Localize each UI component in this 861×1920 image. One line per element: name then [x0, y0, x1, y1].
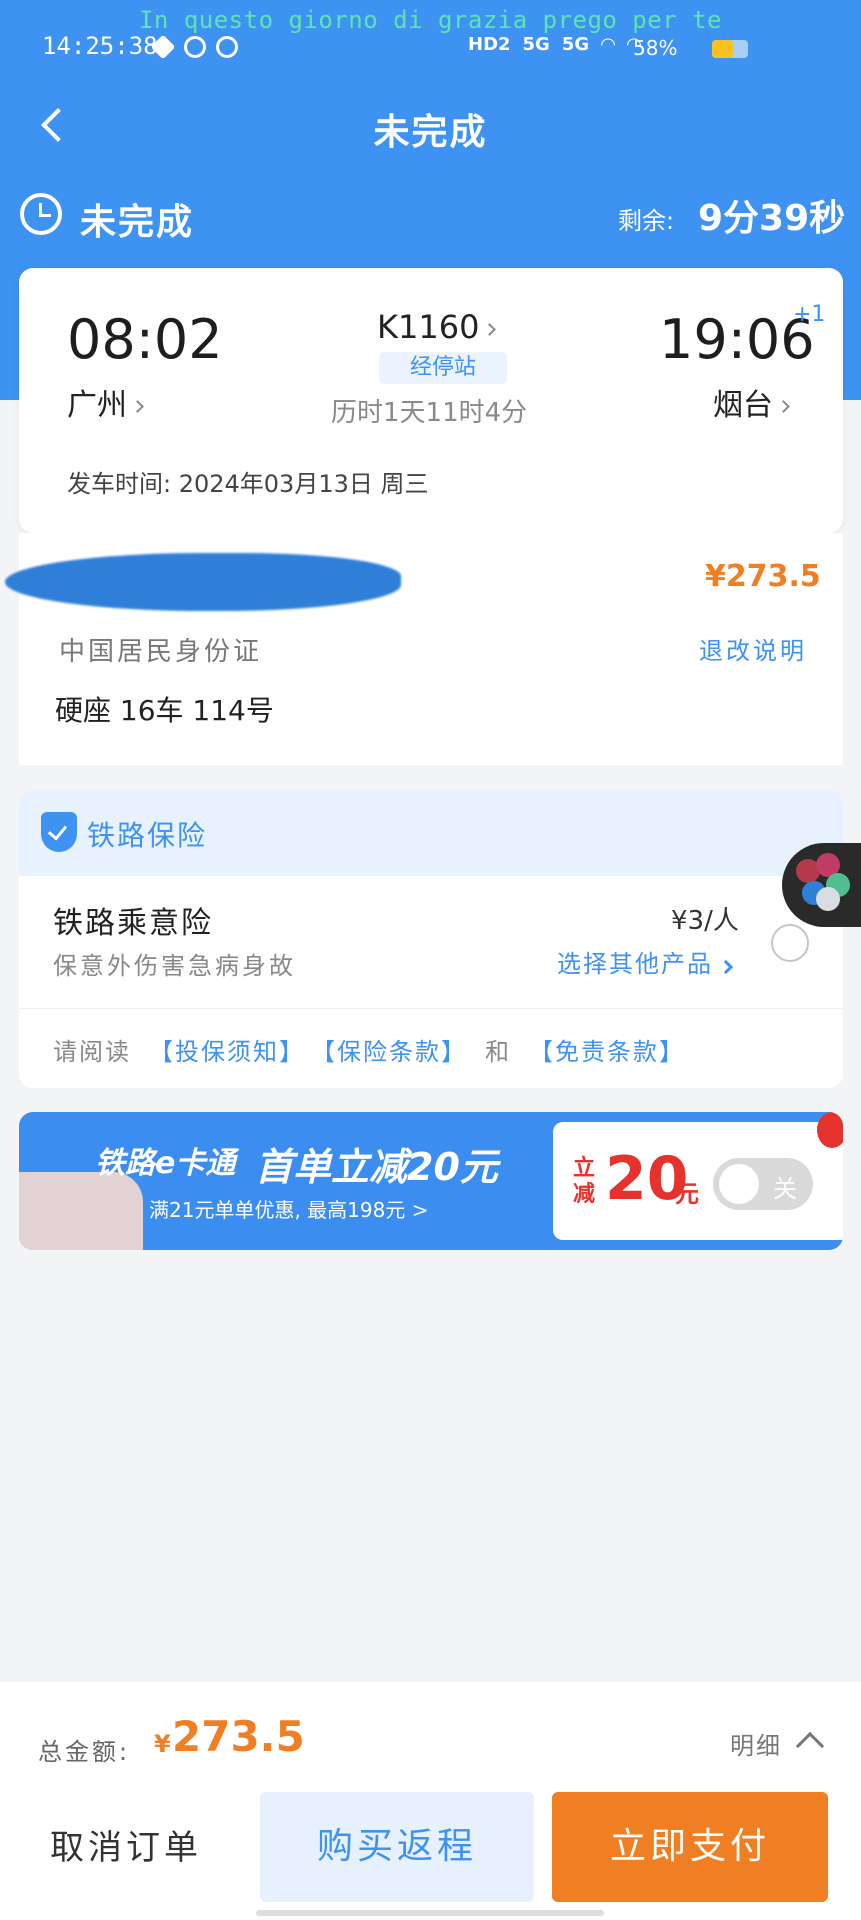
total-currency: ¥: [154, 1730, 171, 1758]
price-detail-toggle[interactable]: 明细: [730, 1726, 782, 1761]
battery-icon: [712, 40, 748, 58]
chevron-right-icon: [483, 322, 497, 336]
floating-assistant-button[interactable]: [782, 843, 861, 927]
cancel-order-button[interactable]: 取消订单: [50, 1820, 230, 1880]
floating-dot-icon: [816, 887, 840, 911]
signal-5g-icon: 5G: [522, 34, 550, 55]
home-indicator[interactable]: [256, 1910, 604, 1916]
status-left-icons: [150, 34, 238, 60]
lantern-icon: [817, 1112, 843, 1148]
vpn-icon: [216, 36, 238, 58]
stops-button[interactable]: 经停站: [379, 352, 507, 384]
banner-brand: 铁路e卡通: [95, 1146, 236, 1181]
insurance-section-title: 铁路保险: [87, 819, 208, 852]
chevron-up-icon[interactable]: [795, 1731, 825, 1761]
banner-subtitle: 满21元单单优惠, 最高198元 >: [149, 1198, 429, 1222]
promo-banner[interactable]: 铁路e卡通 首单立减20元 满21元单单优惠, 最高198元 > 立减 20 元…: [19, 1112, 843, 1250]
other-products-link[interactable]: 选择其他产品: [557, 944, 734, 979]
departure-date: 发车时间: 2024年03月13日 周三: [67, 470, 429, 498]
other-products-label: 选择其他产品: [557, 950, 713, 978]
coupon-prefix: 立减: [573, 1156, 596, 1207]
pay-now-button[interactable]: 立即支付: [552, 1792, 828, 1902]
coupon-unit: 元: [675, 1180, 699, 1208]
departure-city-label: 广州: [67, 388, 127, 423]
remaining-label: 剩余:: [618, 207, 675, 235]
remaining-countdown: 9分39秒: [698, 198, 846, 239]
buy-return-button[interactable]: 购买返程: [260, 1792, 534, 1902]
status-time: 14:25:38: [42, 32, 158, 60]
train-number-label: K1160: [377, 308, 480, 346]
terms-notice-link[interactable]: 【投保须知】: [149, 1038, 305, 1066]
train-info-card: 08:02 广州 K1160 经停站 历时1天11时4分 19:06 +1 烟台…: [19, 268, 843, 533]
battery-fill: [712, 40, 733, 58]
coupon-ticket: 立减 20 元 关: [553, 1122, 843, 1240]
chevron-right-icon: [718, 959, 734, 975]
chevron-right-icon: [777, 400, 790, 413]
location-icon: [184, 36, 206, 58]
wifi-icon: ◠: [601, 34, 615, 55]
insurance-product-name: 铁路乘意险: [53, 906, 213, 941]
chevron-right-icon: [131, 400, 144, 413]
ticket-price: ¥273.5: [705, 559, 821, 594]
toggle-knob: [719, 1164, 759, 1204]
train-illustration: [19, 1172, 143, 1250]
terms-disclaimer-link[interactable]: 【免责条款】: [529, 1038, 685, 1066]
battery-text: 58%: [633, 36, 678, 60]
arrival-day-offset: +1: [793, 302, 826, 327]
arrival-station[interactable]: 烟台: [713, 380, 790, 424]
terms-prefix: 请阅读: [53, 1038, 131, 1066]
departure-time: 08:02: [67, 308, 223, 371]
id-type: 中国居民身份证: [59, 637, 263, 667]
terms-clauses-link[interactable]: 【保险条款】: [323, 1038, 467, 1066]
redaction-scribble: [5, 553, 401, 611]
coupon-toggle[interactable]: 关: [713, 1158, 813, 1210]
arrival-city-label: 烟台: [713, 388, 773, 423]
passenger-card: ¥273.5 中国居民身份证 退改说明 硬座 16车 114号: [5, 533, 843, 765]
total-label: 总金额:: [38, 1738, 131, 1766]
insurance-select-radio[interactable]: [771, 924, 809, 962]
total-amount: 273.5: [172, 1712, 305, 1761]
order-status-row: 未完成 剩余: 9分39秒: [0, 185, 861, 245]
settings-icon: [150, 34, 176, 60]
departure-station[interactable]: 广州: [67, 380, 144, 424]
hd-icon: HD2: [468, 34, 511, 55]
nav-bar: 未完成: [0, 95, 861, 155]
toggle-label: 关: [773, 1175, 797, 1203]
status-bar: In questo giorno di grazia prego per te …: [0, 0, 861, 70]
order-status-label: 未完成: [80, 202, 195, 243]
page-title: 未完成: [373, 112, 488, 153]
insurance-price: ¥3/人: [671, 906, 739, 936]
insurance-terms: 请阅读 【投保须知】 【保险条款】和【免责条款】: [53, 1032, 685, 1067]
train-number[interactable]: K1160: [377, 308, 497, 346]
divider: [19, 1008, 843, 1009]
arrival-time: 19:06: [659, 308, 815, 371]
shield-icon: [41, 812, 77, 852]
bottom-action-bar: 总金额: ¥ 273.5 明细 取消订单 购买返程 立即支付: [0, 1682, 861, 1920]
insurance-card: 铁路保险 铁路乘意险 保意外伤害急病身故 ¥3/人 选择其他产品 请阅读 【投保须…: [19, 790, 843, 1088]
trip-duration: 历时1天11时4分: [331, 398, 528, 428]
insurance-product-desc: 保意外伤害急病身故: [53, 952, 296, 980]
refund-policy-link[interactable]: 退改说明: [699, 631, 807, 666]
insurance-header: 铁路保险: [19, 790, 843, 876]
clock-icon: [20, 193, 62, 235]
seat-info: 硬座 16车 114号: [55, 694, 274, 727]
status-watermark-text: In questo giorno di grazia prego per te: [138, 6, 723, 34]
status-right-icons: HD2 5G 5G ◠ ◠: [468, 34, 641, 55]
signal-5g-icon-2: 5G: [561, 34, 590, 55]
terms-and: 和: [485, 1038, 511, 1066]
banner-headline: 首单立减20元: [255, 1145, 498, 1189]
